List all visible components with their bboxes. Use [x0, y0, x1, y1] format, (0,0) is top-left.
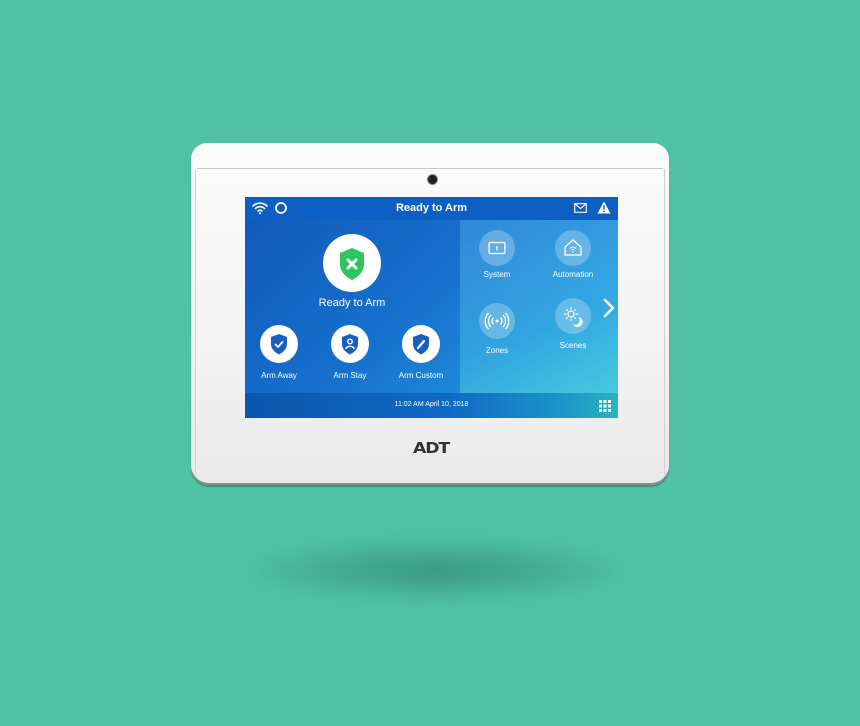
shield-person-icon [342, 334, 358, 355]
camera-icon [428, 175, 437, 184]
security-panel-device: Ready to Arm Ready to Arm Arm Away Arm S… [191, 143, 669, 485]
arm-away-button[interactable]: Arm Away [245, 325, 314, 385]
warning-icon[interactable] [597, 201, 611, 214]
arm-away-label: Arm Away [261, 371, 297, 380]
grid-menu-icon[interactable] [599, 400, 611, 412]
brand-logo: ADT [412, 439, 450, 457]
device-seam [197, 168, 663, 169]
mail-icon[interactable] [574, 203, 587, 213]
signal-waves-icon [484, 312, 510, 330]
status-button[interactable] [323, 234, 381, 292]
footer-bar: 11:02 AM April 10, 2018 [245, 393, 618, 418]
sun-moon-icon [563, 306, 583, 327]
tile-automation-label: Automation [552, 270, 594, 279]
arm-custom-label: Arm Custom [398, 371, 444, 380]
device-shadow [250, 540, 620, 600]
device-edge-left [195, 169, 196, 475]
status-bar: Ready to Arm [245, 197, 618, 220]
chevron-right-icon[interactable] [602, 297, 616, 319]
smart-home-icon [564, 239, 582, 256]
touchscreen: Ready to Arm Ready to Arm Arm Away Arm S… [245, 197, 618, 418]
info-box-icon [488, 241, 506, 255]
product-stage: Ready to Arm Ready to Arm Arm Away Arm S… [0, 0, 860, 726]
shield-pencil-icon [413, 334, 429, 355]
header-title: Ready to Arm [395, 202, 468, 214]
datetime-display: 11:02 AM April 10, 2018 [394, 401, 469, 408]
shield-x-icon [340, 248, 364, 280]
device-edge-right [664, 169, 665, 475]
tile-scenes-label: Scenes [559, 341, 587, 350]
shield-check-icon [271, 334, 287, 355]
arm-custom-button[interactable]: Arm Custom [386, 325, 456, 385]
tile-automation[interactable]: Automation [528, 230, 618, 290]
status-label: Ready to Arm [318, 297, 386, 309]
arm-stay-label: Arm Stay [333, 371, 367, 380]
arm-stay-button[interactable]: Arm Stay [315, 325, 385, 385]
